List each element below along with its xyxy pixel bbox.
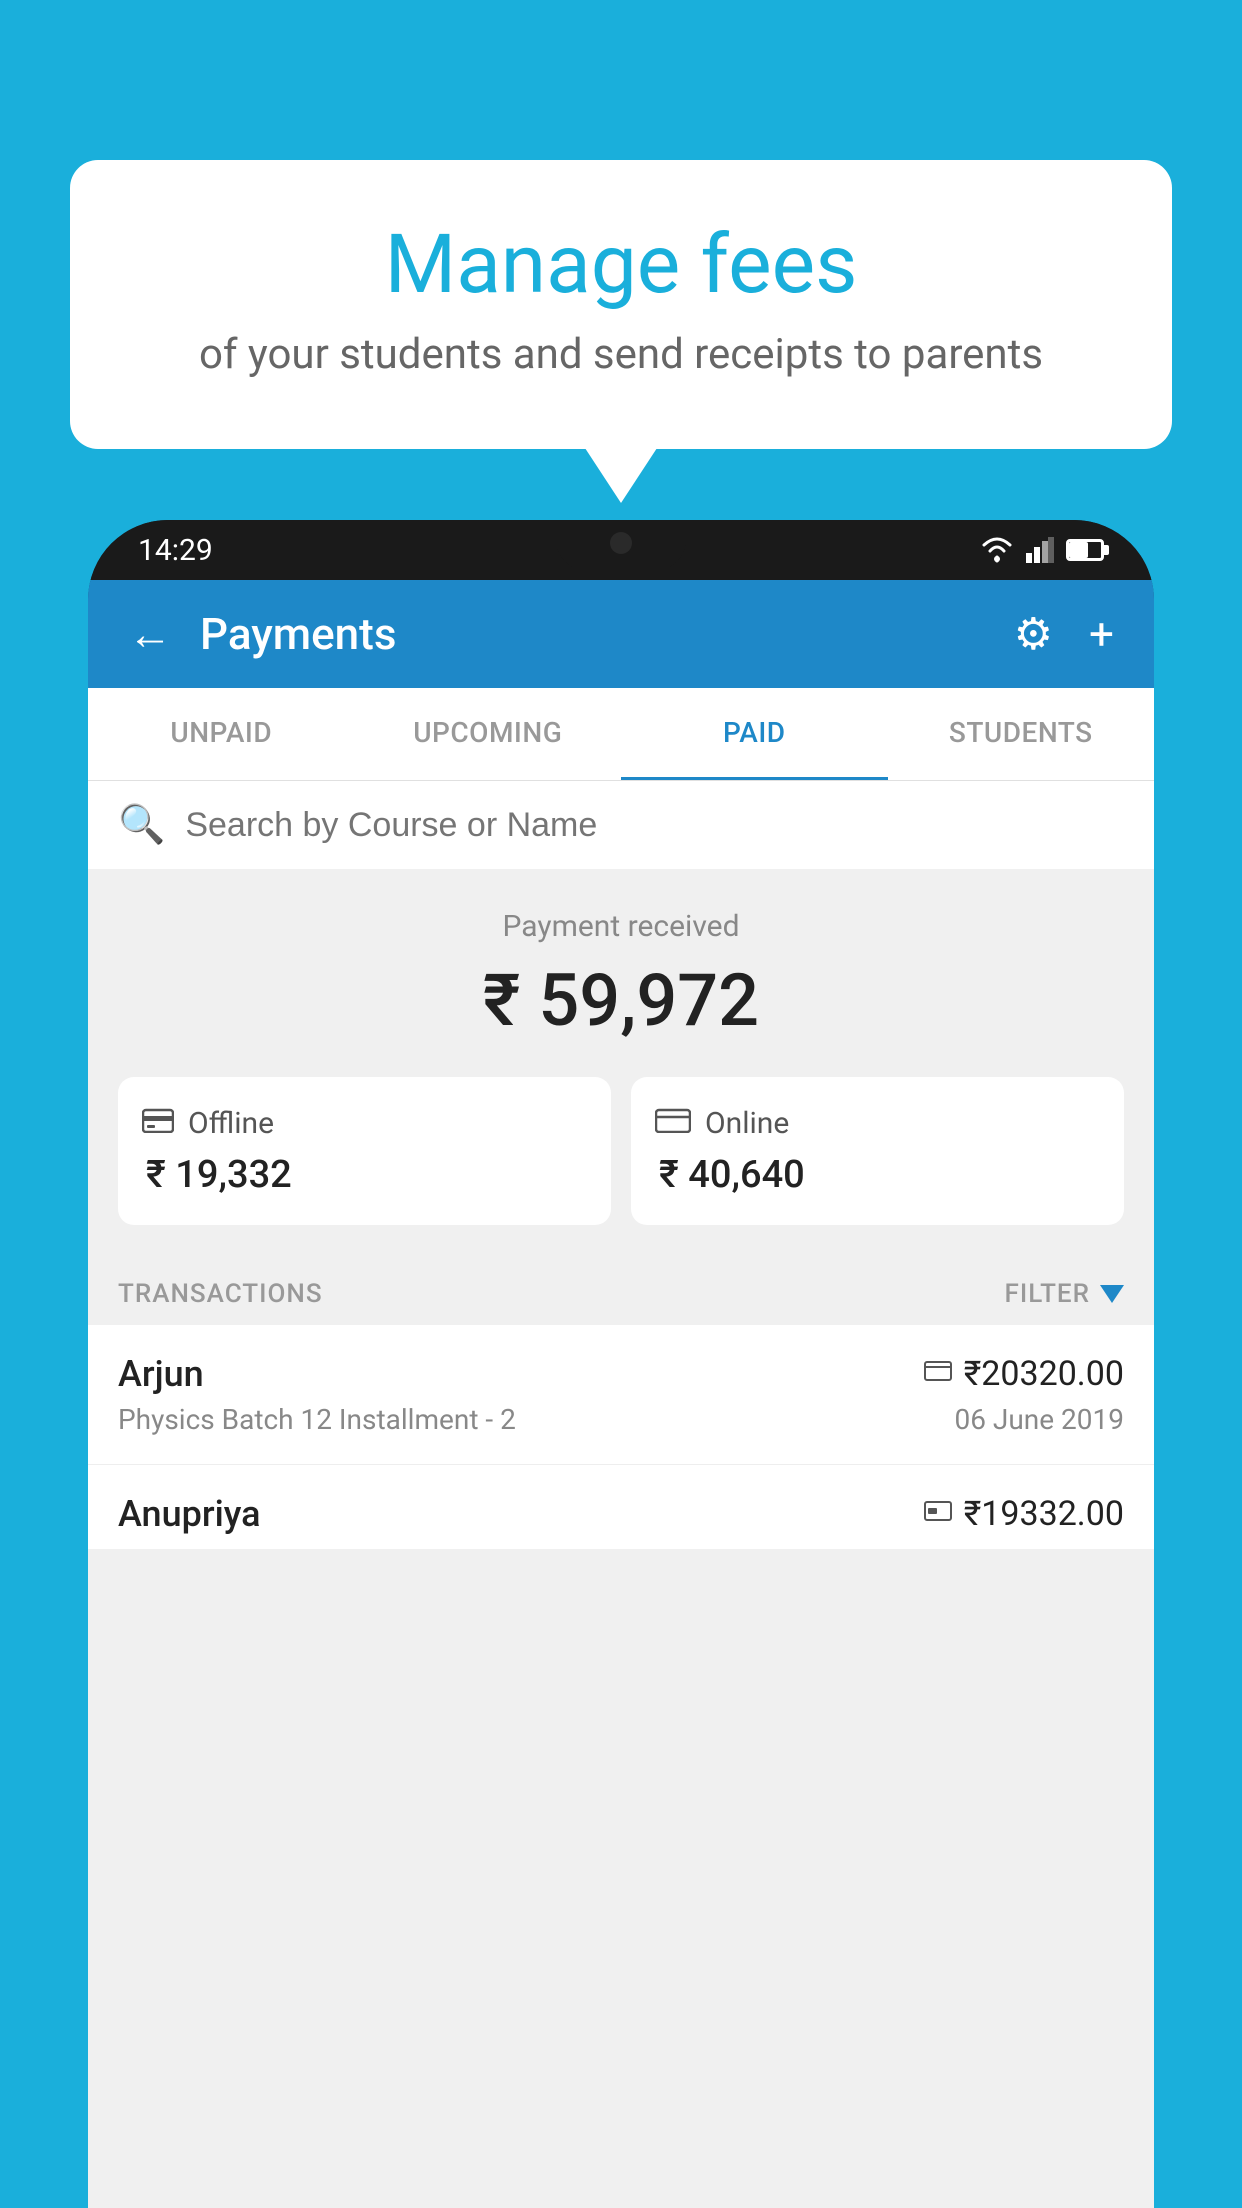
transaction-item[interactable]: Anupriya ₹19332.00 bbox=[88, 1465, 1154, 1549]
tabs: UNPAID UPCOMING PAID STUDENTS bbox=[88, 688, 1154, 781]
transaction-course: Physics Batch 12 Installment - 2 bbox=[118, 1403, 516, 1436]
transaction-row-top: Arjun ₹20320.00 bbox=[118, 1353, 1124, 1395]
search-icon: 🔍 bbox=[118, 803, 165, 847]
payment-received-label: Payment received bbox=[118, 909, 1124, 944]
back-button[interactable]: ← bbox=[128, 612, 172, 656]
online-amount: ₹ 40,640 bbox=[655, 1153, 1100, 1197]
transactions-header: TRANSACTIONS FILTER bbox=[88, 1255, 1154, 1325]
transaction-amount: ₹19332.00 bbox=[964, 1494, 1124, 1534]
speech-bubble: Manage fees of your students and send re… bbox=[70, 160, 1172, 449]
online-card: Online ₹ 40,640 bbox=[631, 1077, 1124, 1225]
wifi-icon bbox=[980, 537, 1014, 563]
filter-label: FILTER bbox=[1005, 1279, 1090, 1309]
status-icons bbox=[980, 537, 1104, 563]
transaction-amount: ₹20320.00 bbox=[964, 1354, 1124, 1394]
transaction-name: Arjun bbox=[118, 1353, 204, 1395]
transaction-row-top: Anupriya ₹19332.00 bbox=[118, 1493, 1124, 1535]
transaction-name: Anupriya bbox=[118, 1493, 261, 1535]
speech-bubble-title: Manage fees bbox=[150, 220, 1092, 310]
payment-total-amount: ₹ 59,972 bbox=[118, 958, 1124, 1043]
offline-icon bbox=[142, 1105, 174, 1141]
tab-students[interactable]: STUDENTS bbox=[888, 688, 1155, 780]
phone-time: 14:29 bbox=[138, 533, 213, 568]
signal-icon bbox=[1026, 537, 1054, 563]
speech-bubble-container: Manage fees of your students and send re… bbox=[70, 160, 1172, 449]
payment-type-icon bbox=[924, 1359, 952, 1389]
camera bbox=[610, 532, 632, 554]
payment-cards: Offline ₹ 19,332 bbox=[118, 1077, 1124, 1225]
offline-card: Offline ₹ 19,332 bbox=[118, 1077, 611, 1225]
tab-upcoming[interactable]: UPCOMING bbox=[355, 688, 622, 780]
tab-unpaid[interactable]: UNPAID bbox=[88, 688, 355, 780]
phone: 14:29 bbox=[88, 520, 1154, 2208]
add-icon[interactable]: + bbox=[1089, 608, 1114, 660]
offline-card-header: Offline bbox=[142, 1105, 587, 1141]
app-header: ← Payments ⚙ + bbox=[88, 580, 1154, 688]
online-label: Online bbox=[705, 1106, 789, 1141]
header-right: ⚙ + bbox=[1014, 608, 1114, 660]
search-bar: 🔍 bbox=[88, 781, 1154, 869]
filter-button[interactable]: FILTER bbox=[1005, 1279, 1124, 1309]
payment-summary: Payment received ₹ 59,972 bbox=[88, 869, 1154, 1255]
transaction-list: Arjun ₹20320.00 bbox=[88, 1325, 1154, 1549]
transaction-amount-wrap: ₹20320.00 bbox=[924, 1354, 1124, 1394]
online-card-header: Online bbox=[655, 1105, 1100, 1141]
header-title: Payments bbox=[200, 608, 396, 660]
phone-notch bbox=[556, 520, 686, 570]
transaction-row-bottom: Physics Batch 12 Installment - 2 06 June… bbox=[118, 1403, 1124, 1436]
tab-paid[interactable]: PAID bbox=[621, 688, 888, 780]
transaction-item[interactable]: Arjun ₹20320.00 bbox=[88, 1325, 1154, 1465]
status-bar: 14:29 bbox=[88, 520, 1154, 580]
search-input[interactable] bbox=[185, 806, 1124, 845]
app-screen: ← Payments ⚙ + UNPAID UPCOMING PAID STUD… bbox=[88, 580, 1154, 2208]
speech-bubble-subtitle: of your students and send receipts to pa… bbox=[150, 330, 1092, 379]
offline-label: Offline bbox=[188, 1106, 274, 1141]
transaction-amount-wrap: ₹19332.00 bbox=[924, 1494, 1124, 1534]
settings-icon[interactable]: ⚙ bbox=[1014, 608, 1053, 660]
header-left: ← Payments bbox=[128, 608, 396, 660]
online-icon bbox=[655, 1105, 691, 1141]
offline-amount: ₹ 19,332 bbox=[142, 1153, 587, 1197]
payment-type-icon bbox=[924, 1499, 952, 1529]
content-area: 🔍 Payment received ₹ 59,972 bbox=[88, 781, 1154, 2208]
filter-icon bbox=[1100, 1285, 1124, 1303]
transactions-label: TRANSACTIONS bbox=[118, 1279, 323, 1309]
transaction-date: 06 June 2019 bbox=[954, 1403, 1124, 1436]
battery-icon bbox=[1066, 539, 1104, 561]
